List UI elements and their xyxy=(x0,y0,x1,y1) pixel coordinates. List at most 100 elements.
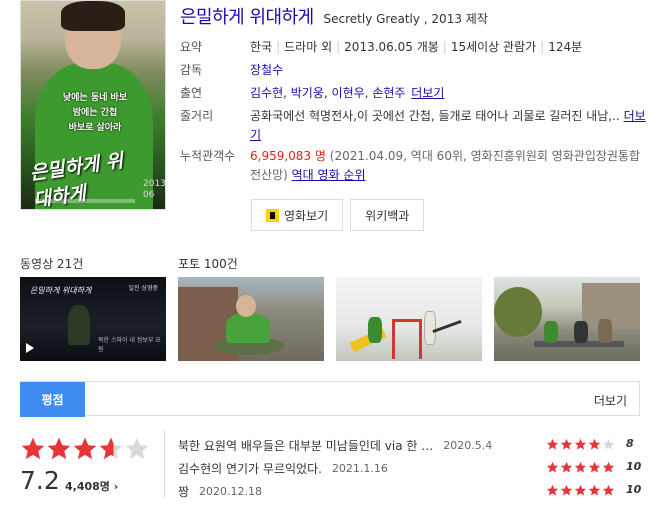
photo-person xyxy=(368,317,382,343)
rating-count: 4,408명 xyxy=(65,480,110,493)
review-text: 북한 요원역 배우들은 대부분 미남들인데 via 한 … xyxy=(178,439,434,453)
star-icon xyxy=(574,484,587,497)
poster-credits xyxy=(35,199,135,203)
star-icon xyxy=(124,436,150,462)
audience-label: 누적관객수 xyxy=(180,149,236,163)
star-icon xyxy=(98,436,124,462)
review-text: 짱 xyxy=(178,485,190,499)
cast-link[interactable]: 손현주 xyxy=(372,86,405,100)
review-date: 2020.5.4 xyxy=(443,439,493,452)
cast-link[interactable]: 이현우 xyxy=(332,86,365,100)
star-icon xyxy=(560,438,573,451)
action-buttons: 영화보기 위키백과 xyxy=(251,199,425,231)
photo-playground-frame xyxy=(392,319,422,359)
summary-value: 한국 | 드라마 외 | 2013.06.05 개봉 | 15세이상 관람가 | 124분 xyxy=(250,40,583,54)
rating-count-link[interactable]: 4,408명 › xyxy=(65,478,118,494)
video-thumb-badge: 일진 상영중 xyxy=(128,285,158,292)
photo-house xyxy=(582,283,640,327)
plot-body: 공화국에선 혁명전사,이 곳에선 간첩, 들개로 태어나 괴물로 길러진 내남,… xyxy=(250,109,620,123)
summary-runtime: 124분 xyxy=(548,40,583,54)
star-icon xyxy=(588,438,601,451)
cast-link[interactable]: 김수현 xyxy=(250,86,283,100)
movie-title-row: 은밀하게 위대하게 Secretly Greatly , 2013 제작 xyxy=(180,3,488,29)
star-icon xyxy=(574,461,587,474)
rating-divider xyxy=(164,430,165,498)
director-row: 감독 장철수 xyxy=(180,59,650,82)
star-icon xyxy=(546,438,559,451)
cast-label: 출연 xyxy=(180,86,203,100)
rating-tab-bar: 평점 더보기 xyxy=(20,381,640,417)
movie-poster[interactable]: 낮에는 동네 바보 밤에는 간첩 바보로 살아라 은밀하게 위대하게 2013 … xyxy=(20,0,166,210)
summary-label: 요약 xyxy=(180,40,203,54)
rating-score: 7.2 xyxy=(20,466,60,495)
review-item[interactable]: 짱 2020.12.18 10 xyxy=(178,480,642,503)
rating-stars xyxy=(20,436,150,462)
poster-date: 2013 06 xyxy=(143,179,166,200)
review-item[interactable]: 북한 요원역 배우들은 대부분 미남들인데 via 한 … 2020.5.4 8 xyxy=(178,434,640,457)
poster-figure-hair xyxy=(61,1,125,31)
director-link[interactable]: 장철수 xyxy=(250,59,650,82)
wikipedia-button[interactable]: 위키백과 xyxy=(350,199,425,231)
review-stars xyxy=(546,484,615,497)
photo-person-head xyxy=(236,295,256,317)
poster-tagline: 낮에는 동네 바보 밤에는 간첩 바보로 살아라 xyxy=(37,91,153,136)
review-date: 2021.1.16 xyxy=(331,462,388,475)
photo-section-label[interactable]: 포토 100건 xyxy=(178,255,238,272)
photo-person xyxy=(226,313,270,343)
photo-person xyxy=(424,311,436,345)
star-icon xyxy=(588,484,601,497)
photo-thumbnail[interactable] xyxy=(336,277,482,361)
director-label: 감독 xyxy=(180,63,203,77)
audience-row: 누적관객수 6,959,083 명 (2021.04.09, 역대 60위, 영… xyxy=(180,145,650,185)
review-score: 8 xyxy=(626,437,634,450)
review-item[interactable]: 김수현의 연기가 무르익었다. 2021.1.16 10 xyxy=(178,457,642,480)
review-date: 2020.12.18 xyxy=(199,485,263,498)
photo-thumbnail[interactable] xyxy=(178,277,324,361)
review-list: 북한 요원역 배우들은 대부분 미남들인데 via 한 … 2020.5.4 8… xyxy=(178,434,642,503)
photo-tree xyxy=(494,287,542,337)
summary-row: 요약 한국 | 드라마 외 | 2013.06.05 개봉 | 15세이상 관람가 | 124분 xyxy=(180,36,650,59)
review-stars xyxy=(546,461,615,474)
star-icon xyxy=(72,436,98,462)
plot-row: 줄거리 공화국에선 혁명전사,이 곳에선 간첩, 들개로 태어나 괴물로 길러진… xyxy=(180,105,650,145)
chevron-right-icon: › xyxy=(113,480,119,493)
summary-country: 한국 xyxy=(250,40,273,54)
summary-release: 2013.06.05 개봉 xyxy=(344,40,439,54)
cast-row: 출연 김수현, 박기웅, 이현우, 손현주 더보기 xyxy=(180,82,650,105)
cast-list: 김수현, 박기웅, 이현우, 손현주 더보기 xyxy=(250,86,445,100)
audience-rank-link[interactable]: 역대 영화 순위 xyxy=(292,168,366,182)
star-icon xyxy=(560,484,573,497)
cast-link[interactable]: 박기웅 xyxy=(291,86,324,100)
video-thumb-caption: 북한 스파이 내 정보부 요원 xyxy=(98,337,161,353)
audience-value: 6,959,083 명 (2021.04.09, 역대 60위, 영화진흥위원회… xyxy=(250,147,650,185)
poster-tagline-line: 바보로 살아라 xyxy=(68,123,122,133)
movie-subtitle: Secretly Greatly , 2013 제작 xyxy=(323,12,488,26)
plot-label: 줄거리 xyxy=(180,109,214,123)
video-thumbnail[interactable]: 은밀하게 위대하게 일진 상영중 북한 스파이 내 정보부 요원 xyxy=(20,277,166,361)
tab-rating[interactable]: 평점 xyxy=(20,382,85,417)
photo-thumbnail[interactable] xyxy=(494,277,640,361)
review-score: 10 xyxy=(626,483,642,496)
cast-more-link[interactable]: 더보기 xyxy=(411,86,444,100)
summary-genre: 드라마 외 xyxy=(284,40,333,54)
plot-text: 공화국에선 혁명전사,이 곳에선 간첩, 들개로 태어나 괴물로 길러진 내남,… xyxy=(250,107,650,145)
star-icon xyxy=(602,438,615,451)
review-stars xyxy=(546,438,615,451)
watch-movie-button[interactable]: 영화보기 xyxy=(251,199,344,231)
poster-tagline-line: 밤에는 간첩 xyxy=(72,108,118,118)
review-score: 10 xyxy=(626,460,642,473)
wikipedia-label: 위키백과 xyxy=(365,208,410,223)
rating-more-link[interactable]: 더보기 xyxy=(594,392,627,409)
star-icon xyxy=(588,461,601,474)
movie-title[interactable]: 은밀하게 위대하게 xyxy=(180,7,314,28)
photo-person xyxy=(574,321,588,343)
video-section-label[interactable]: 동영상 21건 xyxy=(20,255,83,272)
summary-rating: 15세이상 관람가 xyxy=(450,40,537,54)
star-icon xyxy=(546,484,559,497)
review-text: 김수현의 연기가 무르익었다. xyxy=(178,462,322,476)
star-icon xyxy=(20,436,46,462)
star-icon xyxy=(560,461,573,474)
audience-count: 6,959,083 명 xyxy=(250,149,326,163)
star-icon xyxy=(602,461,615,474)
photo-guitar xyxy=(432,319,462,334)
